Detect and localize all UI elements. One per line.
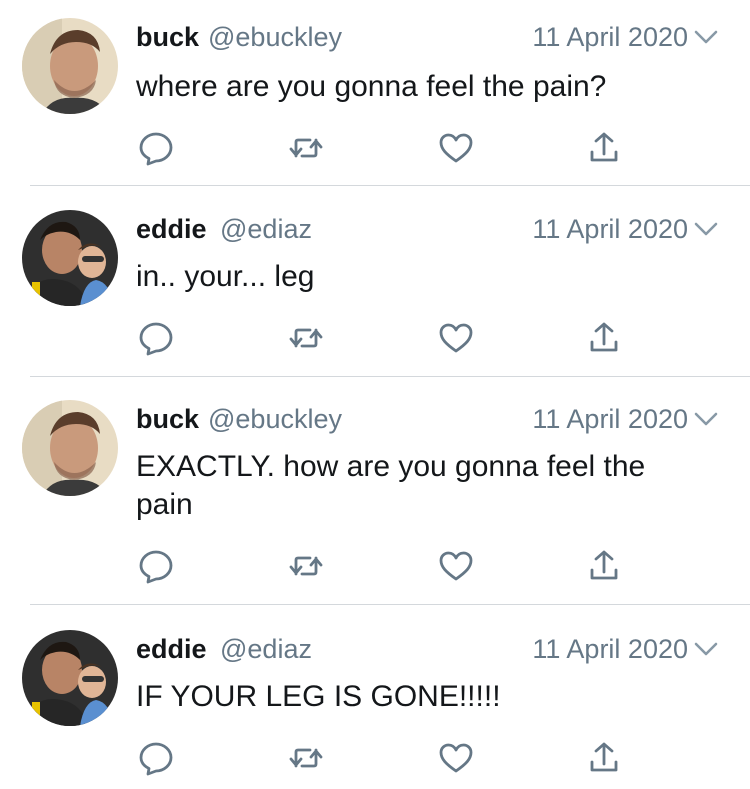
tweet-header: eddie @ediaz 11 April 2020 — [136, 630, 750, 670]
retweet-button[interactable] — [284, 318, 328, 358]
chevron-down-icon[interactable] — [693, 639, 719, 659]
timestamp[interactable]: 11 April 2020 — [532, 22, 688, 53]
reply-button[interactable] — [134, 738, 178, 778]
separator — [30, 185, 750, 186]
like-button[interactable] — [434, 128, 478, 168]
tweet-actions — [0, 546, 750, 586]
retweet-icon — [289, 328, 323, 348]
tweet-thread: buck @ebuckley 11 April 2020 where are y… — [0, 0, 750, 789]
tweet-text: in.. your... leg — [136, 260, 315, 293]
tweet[interactable]: eddie @ediaz 11 April 2020 IF YOUR LEG I… — [0, 612, 750, 789]
timestamp[interactable]: 11 April 2020 — [532, 404, 688, 435]
separator — [30, 604, 750, 605]
share-button[interactable] — [582, 318, 626, 358]
reply-button[interactable] — [134, 546, 178, 586]
reply-button[interactable] — [134, 318, 178, 358]
share-button[interactable] — [582, 128, 626, 168]
username[interactable]: @ediaz — [220, 214, 312, 245]
avatar[interactable] — [22, 400, 118, 496]
username[interactable]: @ebuckley — [208, 404, 342, 435]
share-button[interactable] — [582, 546, 626, 586]
chevron-down-icon[interactable] — [693, 409, 719, 429]
username[interactable]: @ediaz — [220, 634, 312, 665]
share-icon — [590, 742, 618, 772]
reply-icon — [139, 132, 173, 166]
heart-icon — [439, 743, 473, 773]
avatar[interactable] — [22, 630, 118, 726]
display-name[interactable]: buck — [136, 22, 199, 53]
heart-icon — [439, 323, 473, 353]
tweet[interactable]: eddie @ediaz 11 April 2020 in.. your... … — [0, 192, 750, 378]
reply-icon — [139, 742, 173, 776]
reply-button[interactable] — [134, 128, 178, 168]
display-name[interactable]: eddie — [136, 634, 207, 665]
like-button[interactable] — [434, 546, 478, 586]
separator — [30, 376, 750, 377]
share-icon — [590, 550, 618, 580]
share-icon — [590, 132, 618, 162]
display-name[interactable]: buck — [136, 404, 199, 435]
share-icon — [590, 322, 618, 352]
reply-icon — [139, 322, 173, 356]
tweet-header: buck @ebuckley 11 April 2020 — [136, 18, 750, 58]
like-button[interactable] — [434, 738, 478, 778]
username[interactable]: @ebuckley — [208, 22, 342, 53]
retweet-button[interactable] — [284, 128, 328, 168]
chevron-down-icon[interactable] — [693, 27, 719, 47]
tweet-header: buck @ebuckley 11 April 2020 — [136, 400, 750, 440]
tweet-text: EXACTLY. how are you gonna feel the pain — [136, 450, 646, 521]
display-name[interactable]: eddie — [136, 214, 207, 245]
tweet[interactable]: buck @ebuckley 11 April 2020 EXACTLY. ho… — [0, 382, 750, 606]
tweet-actions — [0, 318, 750, 358]
like-button[interactable] — [434, 318, 478, 358]
chevron-down-icon[interactable] — [693, 219, 719, 239]
share-button[interactable] — [582, 738, 626, 778]
timestamp[interactable]: 11 April 2020 — [532, 214, 688, 245]
heart-icon — [439, 551, 473, 581]
tweet-header: eddie @ediaz 11 April 2020 — [136, 210, 750, 250]
retweet-button[interactable] — [284, 738, 328, 778]
tweet-text: IF YOUR LEG IS GONE!!!!! — [136, 680, 501, 713]
tweet-actions — [0, 738, 750, 778]
tweet[interactable]: buck @ebuckley 11 April 2020 where are y… — [0, 0, 750, 186]
reply-icon — [139, 550, 173, 584]
avatar[interactable] — [22, 18, 118, 114]
timestamp[interactable]: 11 April 2020 — [532, 634, 688, 665]
retweet-button[interactable] — [284, 546, 328, 586]
tweet-text: where are you gonna feel the pain? — [136, 70, 607, 103]
retweet-icon — [289, 556, 323, 576]
heart-icon — [439, 133, 473, 163]
avatar[interactable] — [22, 210, 118, 306]
retweet-icon — [289, 748, 323, 768]
retweet-icon — [289, 138, 323, 158]
tweet-actions — [0, 128, 750, 168]
